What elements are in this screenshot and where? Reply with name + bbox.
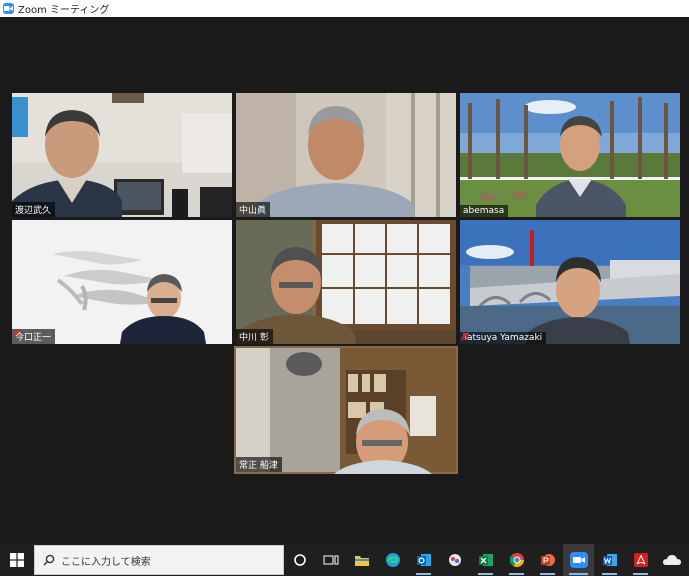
chrome-button[interactable] [501, 544, 532, 576]
video-tile-3[interactable]: abemasa [460, 93, 680, 217]
windows-taskbar: ここに入力して検索 [0, 544, 689, 576]
video-feed [460, 93, 680, 217]
video-tile-6[interactable]: Tatsuya Yamazaki [460, 220, 680, 344]
search-placeholder: ここに入力して検索 [61, 556, 151, 568]
onedrive-button[interactable] [656, 544, 687, 576]
video-feed [460, 220, 680, 344]
video-tile-1[interactable]: 渡辺武久 [12, 93, 232, 217]
cortana-button[interactable] [284, 544, 315, 576]
zoom-taskbar-button[interactable] [563, 544, 594, 576]
video-tile-5[interactable]: 中川 彰 [236, 220, 456, 344]
participant-name-tag: 今口正一 [12, 329, 56, 344]
file-explorer-button[interactable] [346, 544, 377, 576]
video-tile-2[interactable]: 中山眞 [236, 93, 456, 217]
zoom-icon [569, 552, 588, 568]
participant-name-tag: Tatsuya Yamazaki [460, 332, 547, 344]
video-feed [234, 346, 458, 474]
mic-muted-icon [460, 332, 469, 341]
video-gallery: 渡辺武久 中山眞 abemasa 今口正一 中川 彰 Tatsuya Yamaz… [0, 17, 689, 544]
acrobat-button[interactable] [625, 544, 656, 576]
photos-button[interactable] [439, 544, 470, 576]
word-button[interactable] [594, 544, 625, 576]
powerpoint-icon [540, 554, 555, 566]
video-tile-4[interactable]: 今口正一 [12, 220, 232, 344]
window-title: Zoom ミーティング [18, 5, 110, 16]
video-feed [236, 220, 456, 344]
file-explorer-icon [354, 556, 369, 566]
outlook-button[interactable] [408, 544, 439, 576]
onedrive-icon [662, 555, 681, 565]
participant-name-tag: 渡辺武久 [12, 202, 56, 217]
outlook-icon [416, 554, 431, 566]
video-feed [12, 93, 232, 217]
video-tile-7[interactable]: 常正 船津 [234, 346, 458, 474]
excel-button[interactable] [470, 544, 501, 576]
photos-icon [448, 554, 461, 566]
edge-button[interactable] [377, 544, 408, 576]
start-button[interactable] [0, 544, 34, 576]
taskbar-search-box[interactable]: ここに入力して検索 [34, 545, 284, 575]
zoom-logo-icon [3, 3, 14, 14]
video-feed [12, 220, 232, 344]
participant-name-tag: 中山眞 [236, 202, 271, 217]
chrome-icon [509, 553, 524, 567]
acrobat-icon [633, 553, 648, 567]
edge-icon [385, 553, 400, 567]
task-view-icon [323, 555, 338, 565]
window-titlebar: Zoom ミーティング [0, 0, 689, 17]
excel-icon [478, 554, 493, 566]
word-icon [602, 554, 617, 566]
powerpoint-button[interactable] [532, 544, 563, 576]
video-feed [236, 93, 456, 217]
mic-muted-icon [12, 329, 21, 338]
task-view-button[interactable] [315, 544, 346, 576]
search-icon [43, 554, 55, 566]
participant-name-tag: 中川 彰 [236, 329, 273, 344]
windows-logo-icon [10, 553, 24, 567]
cortana-icon [293, 554, 306, 566]
participant-name-tag: abemasa [460, 205, 509, 217]
participant-name-tag: 常正 船津 [236, 457, 282, 472]
